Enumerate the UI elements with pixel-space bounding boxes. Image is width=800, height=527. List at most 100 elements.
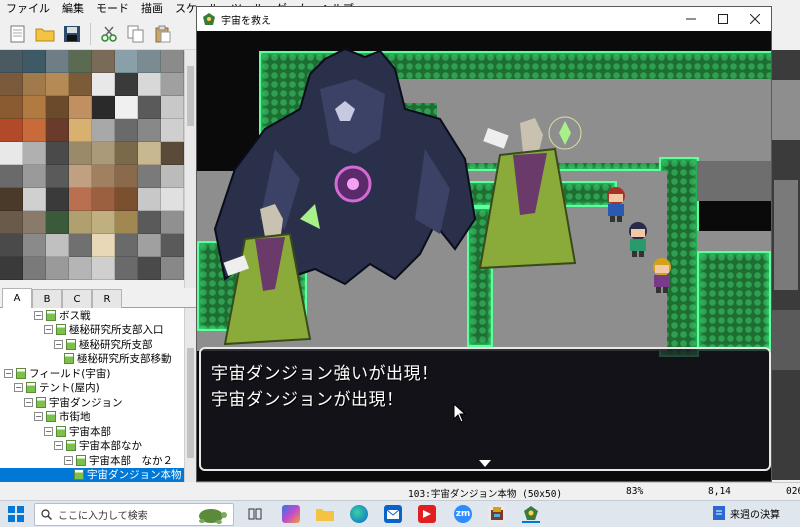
- tree-collapse-icon[interactable]: −: [54, 441, 63, 451]
- game-screen[interactable]: 宇宙ダンジョン強いが出現！ 宇宙ダンジョンが出現！: [197, 31, 771, 481]
- tile[interactable]: [46, 165, 69, 188]
- tile[interactable]: [69, 119, 92, 142]
- tile[interactable]: [69, 96, 92, 119]
- tile[interactable]: [0, 188, 23, 211]
- tile[interactable]: [138, 257, 161, 280]
- menu-item[interactable]: 描画: [135, 0, 169, 18]
- tile[interactable]: [46, 188, 69, 211]
- tile[interactable]: [23, 234, 46, 257]
- tile[interactable]: [92, 257, 115, 280]
- game-window-titlebar[interactable]: 宇宙を救え: [197, 7, 771, 31]
- tile[interactable]: [46, 96, 69, 119]
- tile[interactable]: [161, 96, 184, 119]
- tile[interactable]: [0, 211, 23, 234]
- tile[interactable]: [0, 96, 23, 119]
- open-folder-icon[interactable]: [33, 22, 57, 46]
- tile[interactable]: [92, 73, 115, 96]
- tile[interactable]: [46, 73, 69, 96]
- tile[interactable]: [138, 96, 161, 119]
- edge-icon[interactable]: [350, 505, 368, 523]
- scrollbar-thumb[interactable]: [187, 66, 194, 126]
- map-tree-item[interactable]: − ボス戦: [0, 308, 184, 323]
- tile[interactable]: [161, 188, 184, 211]
- tile[interactable]: [115, 165, 138, 188]
- tile[interactable]: [23, 73, 46, 96]
- tile[interactable]: [23, 257, 46, 280]
- tile[interactable]: [23, 50, 46, 73]
- mail-icon[interactable]: [384, 505, 402, 523]
- tile[interactable]: [69, 165, 92, 188]
- tab-r[interactable]: R: [92, 289, 122, 308]
- tile[interactable]: [115, 188, 138, 211]
- tile[interactable]: [92, 165, 115, 188]
- tile[interactable]: [46, 119, 69, 142]
- game-icon[interactable]: [488, 505, 506, 523]
- tree-collapse-icon[interactable]: −: [4, 368, 13, 378]
- menu-item[interactable]: 編集: [56, 0, 90, 18]
- tile[interactable]: [138, 165, 161, 188]
- tile[interactable]: [0, 50, 23, 73]
- maximize-button[interactable]: [707, 7, 739, 31]
- tile[interactable]: [92, 119, 115, 142]
- copy-icon[interactable]: [124, 22, 148, 46]
- tile[interactable]: [161, 73, 184, 96]
- tile[interactable]: [161, 50, 184, 73]
- cut-icon[interactable]: [97, 22, 121, 46]
- tree-collapse-icon[interactable]: −: [14, 383, 23, 393]
- map-tree-item[interactable]: 極秘研究所支部移動: [0, 352, 184, 367]
- tile[interactable]: [46, 50, 69, 73]
- tile[interactable]: [46, 257, 69, 280]
- menu-item[interactable]: ファイル: [0, 0, 56, 18]
- tile[interactable]: [161, 119, 184, 142]
- tile[interactable]: [0, 73, 23, 96]
- tile[interactable]: [161, 142, 184, 165]
- tileset-palette[interactable]: [0, 50, 184, 288]
- tile[interactable]: [0, 165, 23, 188]
- tile[interactable]: [115, 257, 138, 280]
- tile[interactable]: [0, 119, 23, 142]
- tree-collapse-icon[interactable]: −: [24, 397, 33, 407]
- tile[interactable]: [69, 211, 92, 234]
- tile[interactable]: [23, 96, 46, 119]
- tile[interactable]: [115, 73, 138, 96]
- tile[interactable]: [46, 234, 69, 257]
- tile[interactable]: [115, 234, 138, 257]
- tile[interactable]: [69, 257, 92, 280]
- map-tree-item[interactable]: − 宇宙本部なか: [0, 439, 184, 454]
- tile[interactable]: [92, 142, 115, 165]
- map-tree-item[interactable]: − 宇宙本部 なか２: [0, 453, 184, 468]
- tile[interactable]: [92, 188, 115, 211]
- tile[interactable]: [138, 234, 161, 257]
- tileset-scrollbar[interactable]: [184, 50, 196, 288]
- tile[interactable]: [92, 211, 115, 234]
- tile[interactable]: [138, 188, 161, 211]
- tile[interactable]: [115, 50, 138, 73]
- tile[interactable]: [23, 165, 46, 188]
- start-button[interactable]: [8, 506, 24, 525]
- tab-c[interactable]: C: [62, 289, 92, 308]
- map-tree-item[interactable]: − 宇宙ダンジョン: [0, 395, 184, 410]
- close-button[interactable]: [739, 7, 771, 31]
- map-tree-item[interactable]: − テント(屋内): [0, 381, 184, 396]
- tile[interactable]: [46, 142, 69, 165]
- tile[interactable]: [23, 119, 46, 142]
- tree-collapse-icon[interactable]: −: [44, 426, 53, 436]
- tile[interactable]: [46, 211, 69, 234]
- map-tree-item[interactable]: 宇宙ダンジョン本物: [0, 467, 184, 482]
- tile[interactable]: [161, 234, 184, 257]
- tile[interactable]: [138, 211, 161, 234]
- save-icon[interactable]: [60, 22, 84, 46]
- map-tree-scrollbar[interactable]: [184, 308, 196, 482]
- tile[interactable]: [23, 142, 46, 165]
- new-icon[interactable]: [6, 22, 30, 46]
- menu-item[interactable]: モード: [90, 0, 135, 18]
- taskbar-search-box[interactable]: ここに入力して検索: [34, 503, 234, 526]
- tile[interactable]: [0, 257, 23, 280]
- minimize-button[interactable]: [675, 7, 707, 31]
- tree-collapse-icon[interactable]: −: [64, 455, 73, 465]
- taskbar-notification[interactable]: 来週の決算: [712, 505, 780, 521]
- tile[interactable]: [115, 142, 138, 165]
- tile[interactable]: [69, 188, 92, 211]
- map-tree-item[interactable]: − 宇宙本部: [0, 424, 184, 439]
- game-window[interactable]: 宇宙を救え 宇宙ダンジョン強いが出現！ 宇宙ダンジョンが出現！: [196, 6, 772, 482]
